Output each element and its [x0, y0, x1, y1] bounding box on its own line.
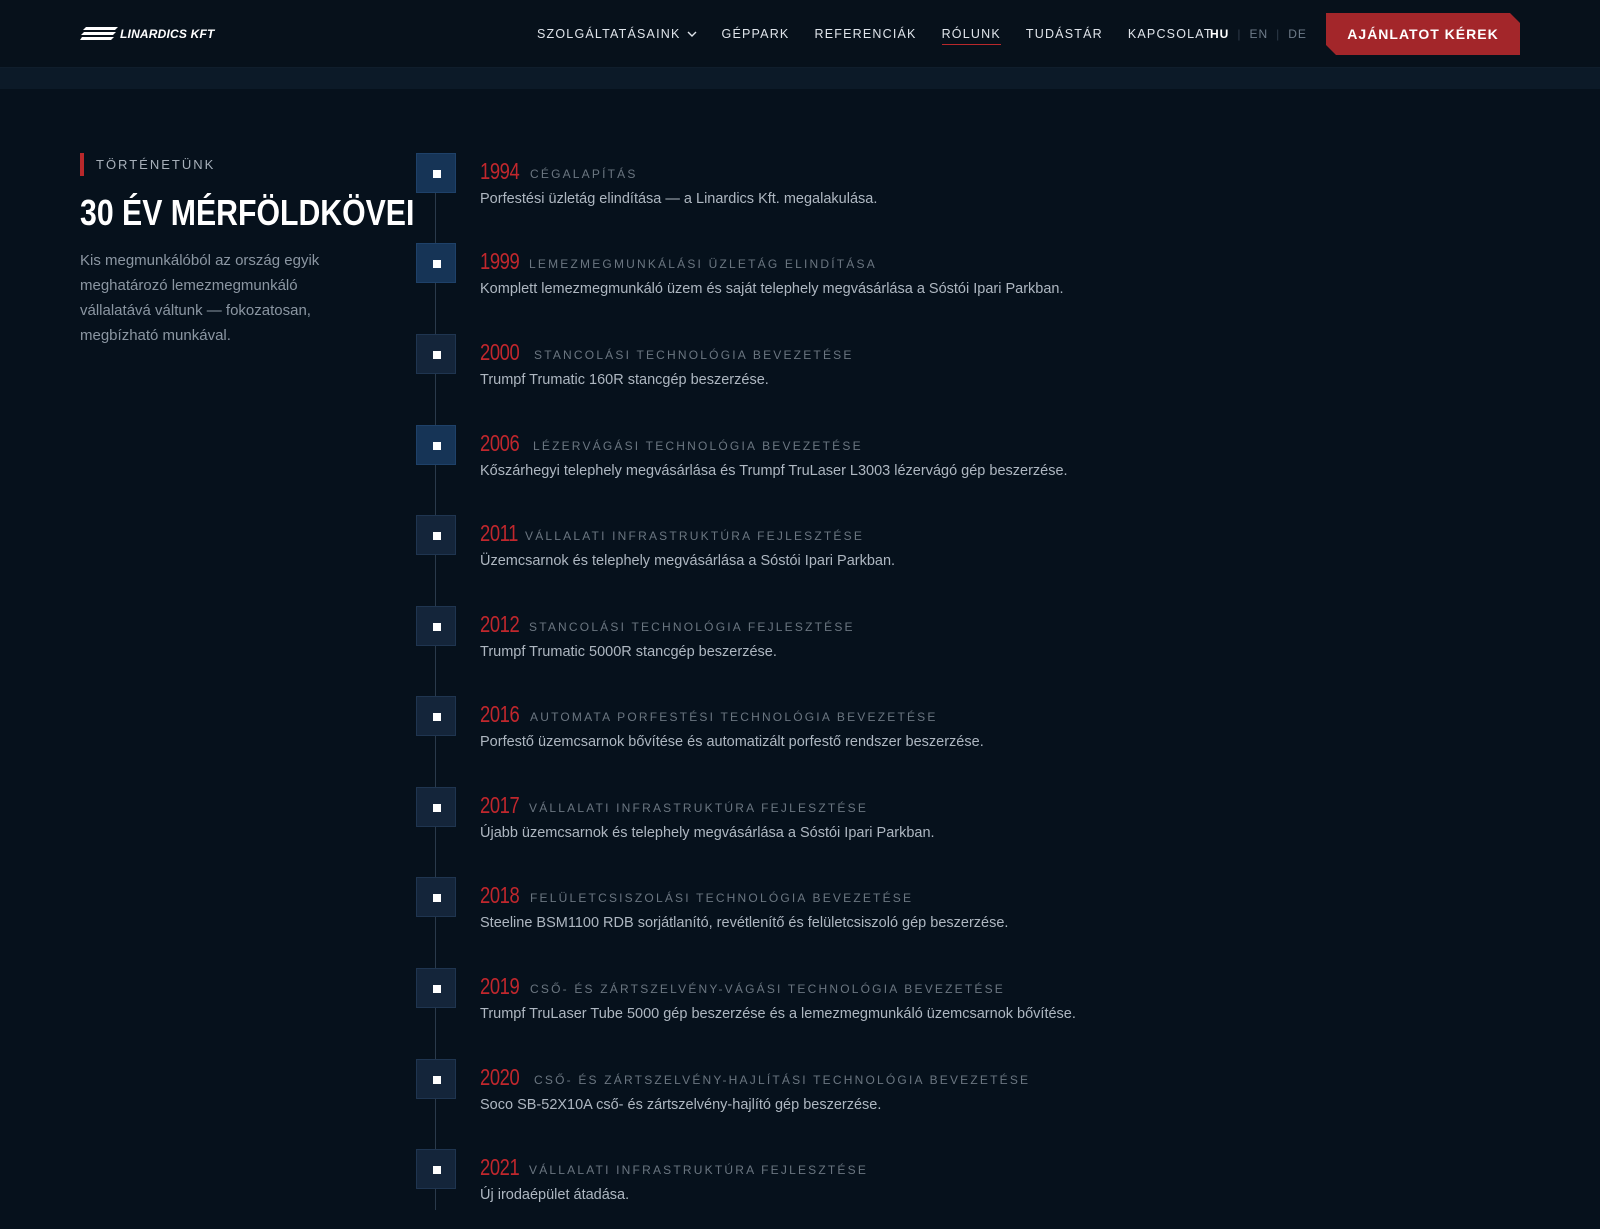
timeline-entry: 2017 VÁLLALATI INFRASTRUKTÚRA FEJLESZTÉSE…	[416, 787, 1216, 867]
milestone-year: 1994	[480, 158, 520, 184]
milestone-category: CSŐ- ÉS ZÁRTSZELVÉNY-HAJLÍTÁSI TECHNOLÓG…	[534, 1073, 1031, 1087]
milestone-description: Soco SB-52X10A cső- és zártszelvény-hajl…	[480, 1097, 882, 1113]
milestone-year: 2016	[480, 701, 520, 727]
milestone-category: CÉGALAPÍTÁS	[530, 167, 638, 181]
milestone-year: 2020	[480, 1064, 520, 1090]
square-dot-icon	[433, 170, 441, 178]
milestone-year: 2021	[480, 1154, 520, 1180]
timeline-entry: 2000 STANCOLÁSI TECHNOLÓGIA BEVEZETÉSE Tru…	[416, 334, 1216, 414]
milestone-category: LÉZERVÁGÁSI TECHNOLÓGIA BEVEZETÉSE	[533, 439, 863, 453]
milestone-year: 2017	[480, 792, 520, 818]
milestone-description: Kőszárhegyi telephely megvásárlása és Tr…	[480, 463, 1068, 479]
timeline-marker	[416, 877, 456, 917]
milestone-year: 2019	[480, 973, 520, 999]
milestone-year: 2011	[480, 520, 518, 546]
timeline-marker	[416, 1149, 456, 1189]
timeline-entry: 2021 VÁLLALATI INFRASTRUKTÚRA FEJLESZTÉSE…	[416, 1149, 1216, 1229]
square-dot-icon	[433, 713, 441, 721]
square-dot-icon	[433, 351, 441, 359]
timeline-marker	[416, 425, 456, 465]
milestone-description: Porfestési üzletág elindítása — a Linard…	[480, 191, 878, 207]
milestone-category: VÁLLALATI INFRASTRUKTÚRA FEJLESZTÉSE	[529, 801, 869, 815]
timeline-marker	[416, 515, 456, 555]
milestone-year: 2018	[480, 882, 520, 908]
square-dot-icon	[433, 804, 441, 812]
timeline-marker	[416, 243, 456, 283]
milestone-category: VÁLLALATI INFRASTRUKTÚRA FEJLESZTÉSE	[525, 529, 865, 543]
milestone-year: 1999	[480, 248, 520, 274]
milestone-description: Trumpf TruLaser Tube 5000 gép beszerzése…	[480, 1006, 1076, 1022]
timeline-line	[435, 170, 436, 1210]
square-dot-icon	[433, 985, 441, 993]
timeline-marker	[416, 696, 456, 736]
milestone-year: 2000	[480, 339, 520, 365]
timeline-entry: 2011 VÁLLALATI INFRASTRUKTÚRA FEJLESZTÉSE…	[416, 515, 1216, 595]
milestone-description: Új irodaépület átadása.	[480, 1187, 630, 1203]
timeline-entry: 1999 LEMEZMEGMUNKÁLÁSI ÜZLETÁG ELINDÍTÁSA…	[416, 243, 1216, 323]
timeline-marker	[416, 334, 456, 374]
square-dot-icon	[433, 1076, 441, 1084]
milestone-category: STANCOLÁSI TECHNOLÓGIA FEJLESZTÉSE	[529, 620, 855, 634]
milestone-category: CSŐ- ÉS ZÁRTSZELVÉNY-VÁGÁSI TECHNOLÓGIA …	[530, 982, 1005, 996]
timeline-marker	[416, 787, 456, 827]
square-dot-icon	[433, 623, 441, 631]
timeline-marker	[416, 1059, 456, 1099]
timeline-entry: 2016 AUTOMATA PORFESTÉSI TECHNOLÓGIA BEVE…	[416, 696, 1216, 776]
timeline-marker	[416, 968, 456, 1008]
milestone-description: Trumpf Trumatic 5000R stancgép beszerzés…	[480, 644, 777, 660]
milestone-description: Porfestő üzemcsarnok bővítése és automat…	[480, 734, 984, 750]
milestone-year: 2012	[480, 611, 520, 637]
milestone-description: Trumpf Trumatic 160R stancgép beszerzése…	[480, 372, 769, 388]
square-dot-icon	[433, 532, 441, 540]
square-dot-icon	[433, 260, 441, 268]
square-dot-icon	[433, 442, 441, 450]
timeline-entry: 2019 CSŐ- ÉS ZÁRTSZELVÉNY-VÁGÁSI TECHNOLÓ…	[416, 968, 1216, 1048]
milestone-description: Újabb üzemcsarnok és telephely megvásárl…	[480, 825, 935, 841]
milestone-category: LEMEZMEGMUNKÁLÁSI ÜZLETÁG ELINDÍTÁSA	[529, 257, 877, 271]
milestone-year: 2006	[480, 430, 520, 456]
square-dot-icon	[433, 894, 441, 902]
milestone-description: Komplett lemezmegmunkáló üzem és saját t…	[480, 281, 1064, 297]
milestone-category: STANCOLÁSI TECHNOLÓGIA BEVEZETÉSE	[534, 348, 854, 362]
milestone-category: VÁLLALATI INFRASTRUKTÚRA FEJLESZTÉSE	[529, 1163, 869, 1177]
timeline-entry: 2006 LÉZERVÁGÁSI TECHNOLÓGIA BEVEZETÉSE Kő…	[416, 425, 1216, 505]
timeline-entry: 2020 CSŐ- ÉS ZÁRTSZELVÉNY-HAJLÍTÁSI TECHN…	[416, 1059, 1216, 1139]
timeline-marker	[416, 153, 456, 193]
timeline-entry: 1994 CÉGALAPÍTÁS Porfestési üzletág elindí…	[416, 153, 1216, 233]
milestone-category: AUTOMATA PORFESTÉSI TECHNOLÓGIA BEVEZETÉ…	[530, 710, 938, 724]
milestone-timeline: 1994 CÉGALAPÍTÁS Porfestési üzletág elindí…	[0, 0, 1600, 1210]
milestone-description: Üzemcsarnok és telephely megvásárlása a …	[480, 553, 896, 569]
milestone-description: Steeline BSM1100 RDB sorjátlanító, revét…	[480, 915, 1009, 931]
square-dot-icon	[433, 1166, 441, 1174]
timeline-entry: 2018 FELÜLETCSISZOLÁSI TECHNOLÓGIA BEVEZE…	[416, 877, 1216, 957]
timeline-entry: 2012 STANCOLÁSI TECHNOLÓGIA FEJLESZTÉSE Tr…	[416, 606, 1216, 686]
milestone-category: FELÜLETCSISZOLÁSI TECHNOLÓGIA BEVEZETÉSE	[530, 891, 914, 905]
timeline-marker	[416, 606, 456, 646]
